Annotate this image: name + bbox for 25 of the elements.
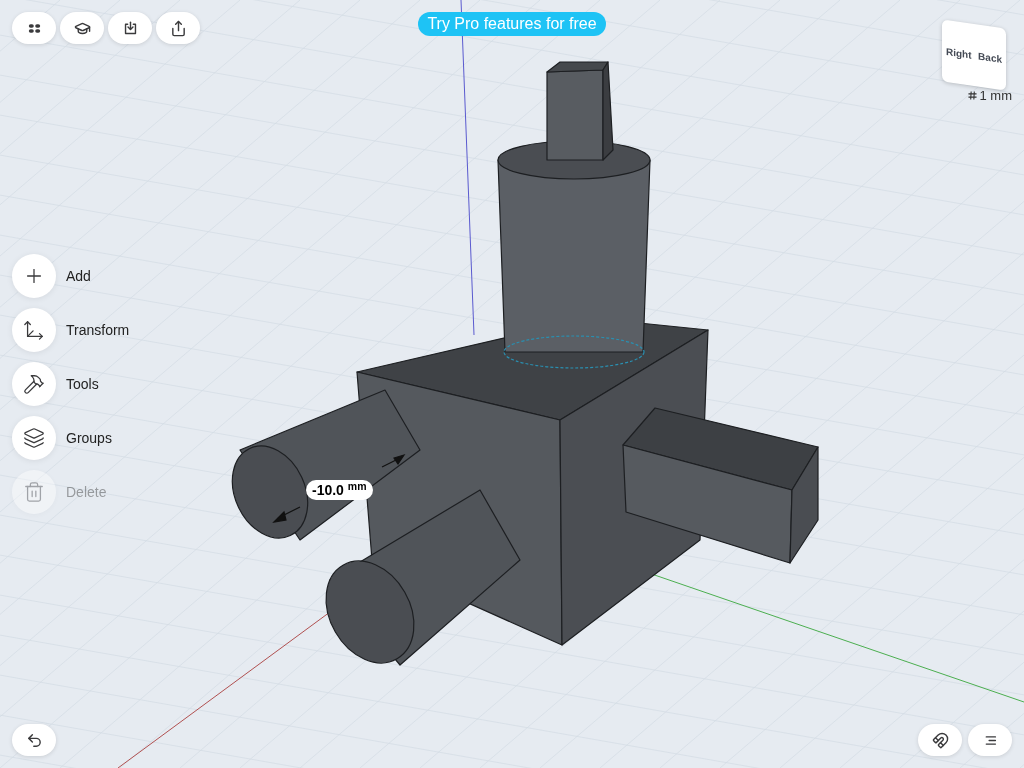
view-cube[interactable]: Right Back: [942, 19, 1006, 91]
model-drawing[interactable]: [231, 61, 819, 666]
side-menu-item[interactable]: Groups: [12, 416, 130, 460]
trash-icon: [23, 481, 45, 503]
toolbar-button[interactable]: [108, 12, 152, 44]
layers-icon: [23, 427, 45, 449]
toolbar-button[interactable]: [12, 12, 56, 44]
magnet-icon: [931, 731, 949, 749]
toolbar-button[interactable]: [918, 724, 962, 756]
hash-icon: [967, 91, 977, 101]
cube-face-label: Right: [946, 44, 972, 63]
hammer-icon: [23, 373, 45, 395]
side-menu-item[interactable]: Tools: [12, 362, 130, 406]
side-menu-item[interactable]: Add: [12, 254, 130, 298]
cube-face-label: Back: [978, 49, 1002, 67]
undo-icon: [25, 731, 43, 749]
share-icon: [169, 19, 187, 37]
side-menu-item[interactable]: Transform: [12, 308, 130, 352]
toolbar-button[interactable]: [156, 12, 200, 44]
toolbar-button[interactable]: [60, 12, 104, 44]
dimension-arrow: [381, 453, 406, 468]
dimension-label[interactable]: -10.0 $^{mm}$: [306, 480, 373, 500]
dimension-arrow: [272, 506, 301, 523]
undo-button[interactable]: [12, 724, 56, 756]
axes-arrows-icon: [23, 319, 45, 341]
